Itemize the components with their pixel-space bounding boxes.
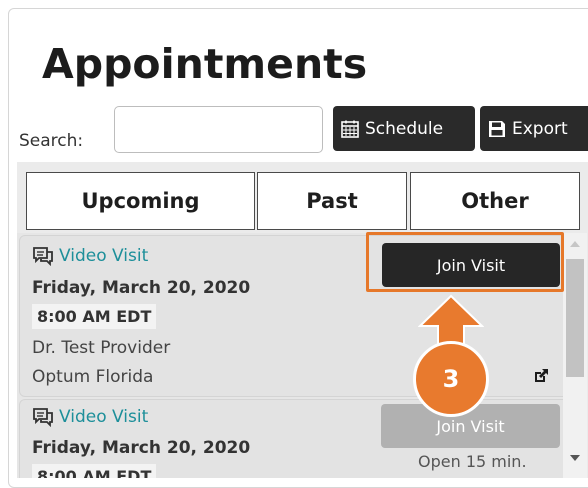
appointment-card: Video Visit Friday, March 20, 2020 8:00 … <box>19 235 563 397</box>
open-time-note: Open 15 min. <box>418 452 527 471</box>
calendar-icon <box>341 120 359 138</box>
list-scrollbar[interactable] <box>563 233 587 478</box>
page-title: Appointments <box>42 40 368 88</box>
search-label: Search: <box>19 131 84 151</box>
appointment-date: Friday, March 20, 2020 <box>32 278 251 298</box>
video-chat-icon <box>33 247 53 266</box>
floppy-disk-icon <box>489 120 505 137</box>
visit-type-label: Video Visit <box>59 407 149 427</box>
tab-past[interactable]: Past <box>257 172 407 230</box>
appointment-date: Friday, March 20, 2020 <box>32 438 251 458</box>
schedule-button-label: Schedule <box>365 118 444 139</box>
appointment-card: Video Visit Friday, March 20, 2020 8:00 … <box>19 399 563 478</box>
appointment-time: 8:00 AM EDT <box>32 304 157 329</box>
video-chat-icon <box>33 408 53 427</box>
scroll-thumb[interactable] <box>566 259 584 377</box>
join-visit-button[interactable]: Join Visit <box>382 243 560 287</box>
appointment-time: 8:00 AM EDT <box>32 464 157 478</box>
export-button-label: Export <box>512 118 568 139</box>
provider-name: Dr. Test Provider <box>32 338 171 358</box>
tab-upcoming[interactable]: Upcoming <box>26 172 255 230</box>
scroll-up-arrow-icon[interactable] <box>570 241 580 247</box>
search-input[interactable] <box>114 106 323 153</box>
appointment-list: Video Visit Friday, March 20, 2020 8:00 … <box>17 233 563 478</box>
visit-type-label: Video Visit <box>59 246 149 266</box>
visit-type[interactable]: Video Visit <box>32 407 148 427</box>
schedule-button[interactable]: Schedule <box>333 106 475 151</box>
external-link-icon[interactable] <box>532 367 550 385</box>
join-visit-button-disabled[interactable]: Join Visit <box>381 404 560 448</box>
export-button[interactable]: Export <box>480 106 588 151</box>
visit-type[interactable]: Video Visit <box>32 246 148 266</box>
scroll-down-arrow-icon[interactable] <box>570 455 580 461</box>
tab-other[interactable]: Other <box>410 172 580 230</box>
location-name: Optum Florida <box>32 367 154 387</box>
